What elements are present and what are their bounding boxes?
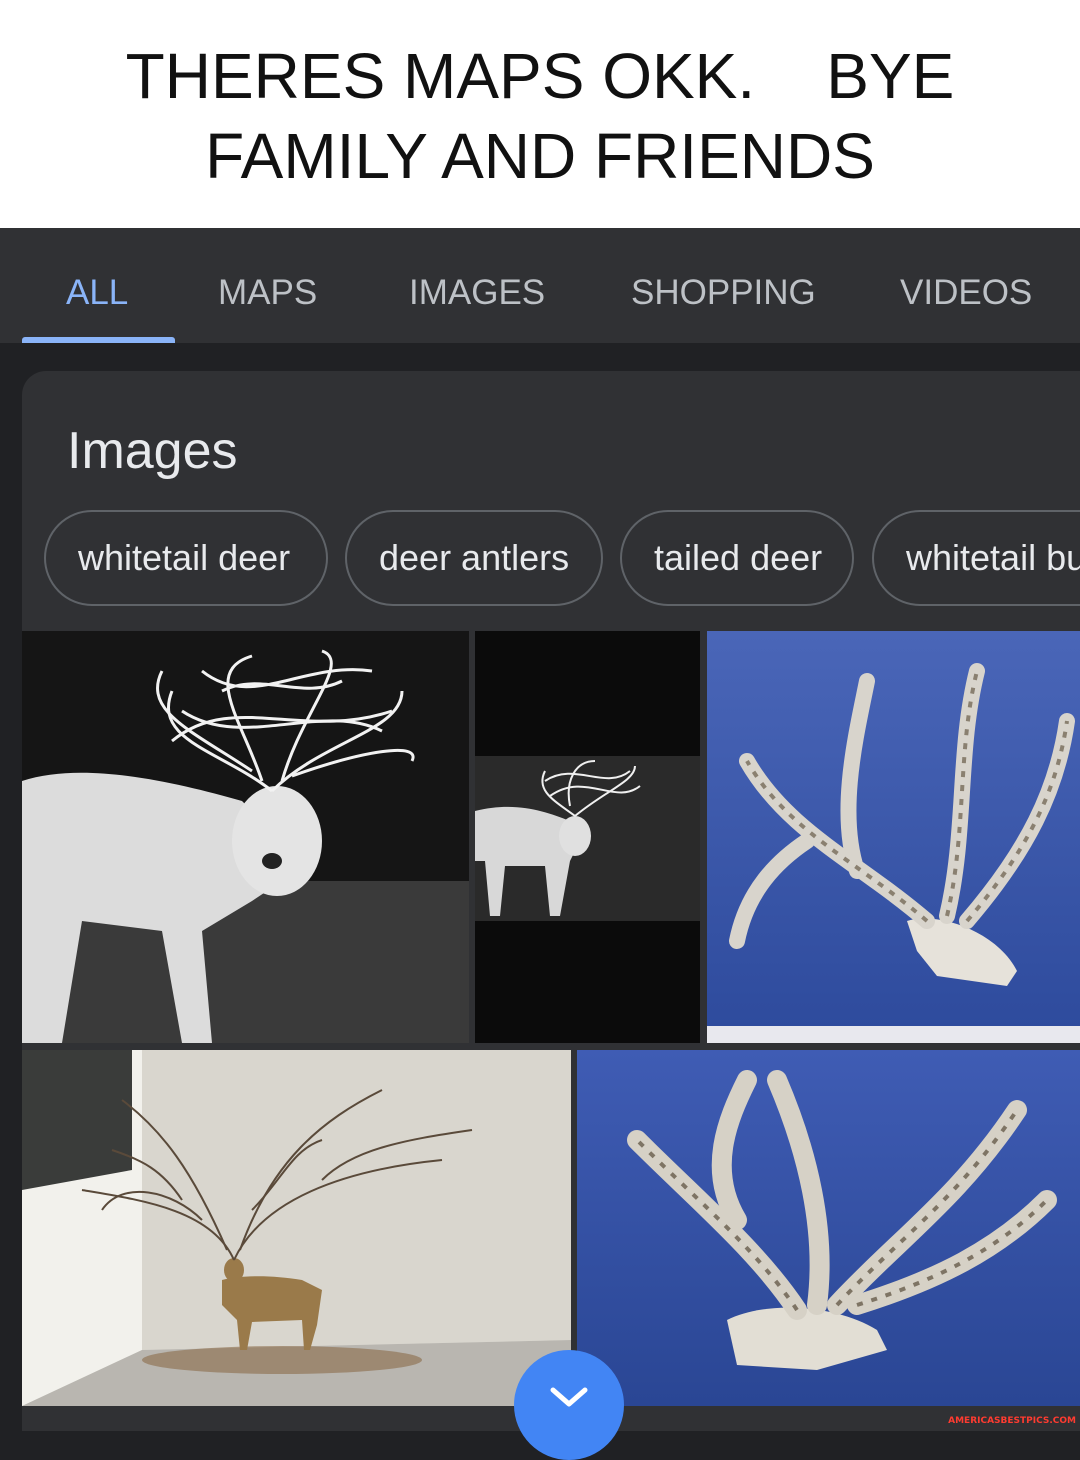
watermark: AMERICASBESTPICS.COM: [948, 1416, 1076, 1426]
deer-sculpture-picture: [22, 1050, 571, 1406]
image-result-deer-sculpture[interactable]: [22, 1050, 571, 1406]
images-section-title: Images: [67, 422, 238, 480]
tab-all[interactable]: ALL: [66, 273, 128, 313]
image-result-antler-skull-large[interactable]: [577, 1050, 1080, 1406]
trailcam-deer-small-picture: [475, 631, 700, 1043]
chip-deer-antlers[interactable]: deer antlers: [345, 510, 603, 606]
tab-videos[interactable]: VIDEOS: [900, 273, 1032, 313]
antler-skull-large-picture: [577, 1050, 1080, 1406]
search-tabs-bar: ALL MAPS IMAGES SHOPPING VIDEOS: [0, 228, 1080, 343]
chip-whitetail-bu[interactable]: whitetail bu: [872, 510, 1080, 606]
chip-tailed-deer[interactable]: tailed deer: [620, 510, 854, 606]
caption-line-1: THERES MAPS OKK. BYE: [125, 40, 955, 112]
caption-line-2: FAMILY AND FRIENDS: [205, 120, 875, 192]
meme-caption: THERES MAPS OKK. BYE FAMILY AND FRIENDS: [0, 0, 1080, 228]
active-tab-indicator: [22, 337, 175, 343]
chevron-down-icon: [550, 1387, 588, 1407]
trailcam-deer-picture: [22, 631, 469, 1043]
tab-images[interactable]: IMAGES: [409, 273, 545, 313]
tab-maps[interactable]: MAPS: [218, 273, 317, 313]
antler-skull-picture: [707, 631, 1080, 1043]
tab-shopping[interactable]: SHOPPING: [631, 273, 816, 313]
chip-whitetail-deer[interactable]: whitetail deer: [44, 510, 328, 606]
image-result-antler-skull-mount[interactable]: [707, 631, 1080, 1043]
image-result-trailcam-deer[interactable]: [22, 631, 469, 1043]
expand-more-button[interactable]: [514, 1350, 624, 1460]
image-result-trailcam-deer-small[interactable]: [475, 631, 700, 1043]
